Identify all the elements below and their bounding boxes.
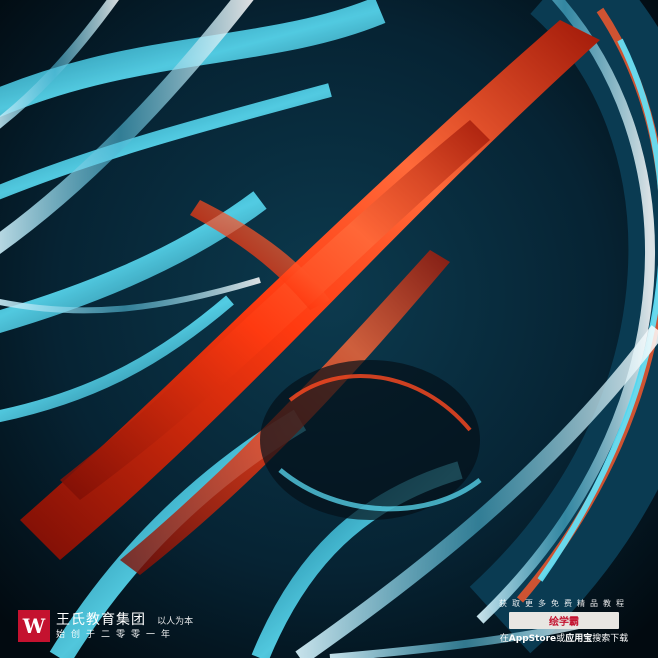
promo-suffix: 搜索下载 [592,634,629,644]
brand-text: 王氏教育集团 以人为本 始创于二零零一年 [56,610,193,641]
promo-prefix: 在 [499,634,509,644]
brand-block: W 王氏教育集团 以人为本 始创于二零零一年 [18,610,193,642]
promo-download-text: 在AppStore或应用宝搜索下载 [484,631,644,644]
promo-app-badge: 绘学霸 [509,612,619,629]
promo-mid: 或 [556,634,566,644]
promo-store: 应用宝 [565,634,593,644]
brand-subtitle: 始创于二零零一年 [56,630,177,641]
brand-name: 王氏教育集团 [56,612,146,628]
promo-block: 获取更多免费精品教程 绘学霸 在AppStore或应用宝搜索下载 [484,598,644,644]
promo-headline: 获取更多免费精品教程 [499,599,629,608]
promo-appstore: AppStore [508,634,557,644]
abstract-glass-artwork [0,0,658,658]
brand-logo: W [18,610,50,642]
artwork-canvas: W 王氏教育集团 以人为本 始创于二零零一年 获取更多免费精品教程 绘学霸 在A… [0,0,658,658]
brand-slogan: 以人为本 [157,617,194,627]
